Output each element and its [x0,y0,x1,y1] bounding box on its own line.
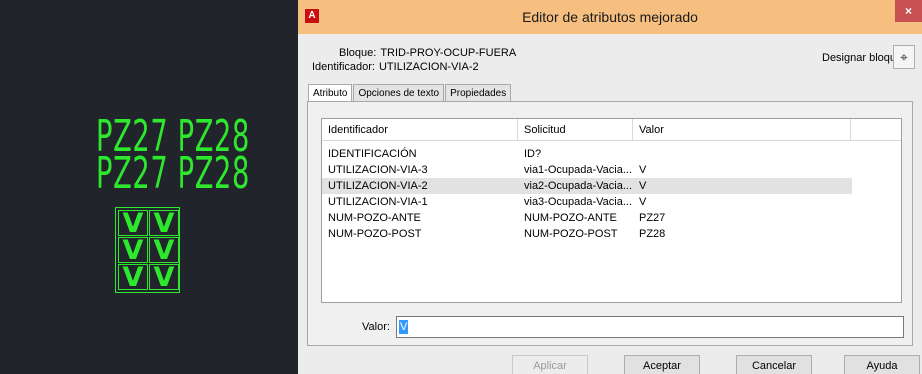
bloque-line: Bloque: TRID-PROY-OCUP-FUERA [312,46,516,60]
cell-identificador: UTILIZACION-VIA-2 [328,180,428,192]
cell-solicitud: NUM-POZO-POST [524,228,618,240]
column-header-valor[interactable]: Valor [633,119,851,141]
cell-identificador: UTILIZACION-VIA-1 [328,196,428,208]
close-button[interactable]: × [895,0,922,22]
bloque-value: TRID-PROY-OCUP-FUERA [380,47,517,59]
valor-input[interactable]: V [396,316,904,338]
table-row[interactable]: NUM-POZO-POST NUM-POZO-POST PZ28 [322,226,852,242]
valor-label: Valor: [362,321,390,333]
tab-opciones-de-texto[interactable]: Opciones de texto [353,84,445,102]
cad-text-pz-row2[interactable]: PZ27 PZ28 [96,152,250,196]
block-v-cell: V [149,264,179,291]
block-v-cell: V [118,264,148,291]
cell-identificador: NUM-POZO-ANTE [328,212,421,224]
cell-solicitud: NUM-POZO-ANTE [524,212,617,224]
cell-solicitud: via1-Ocupada-Vacia... [524,164,633,176]
cell-valor [633,146,851,162]
select-block-button[interactable]: ⌖ [893,45,915,69]
block-info: Bloque: TRID-PROY-OCUP-FUERA Identificad… [312,46,516,74]
cell-valor: PZ28 [639,228,666,240]
valor-input-text: V [399,320,409,334]
cell-identificador: IDENTIFICACIÓN [328,148,417,160]
cell-identificador: NUM-POZO-POST [328,228,422,240]
table-row[interactable]: UTILIZACION-VIA-3 via1-Ocupada-Vacia... … [322,162,852,178]
block-v-cell: V [149,210,179,237]
tab-propiedades[interactable]: Propiedades [445,84,512,102]
designar-bloque-label: Designar bloque [822,52,903,64]
block-v-grid[interactable]: V V V V V V [115,207,180,293]
attribute-table[interactable]: Identificador Solicitud Valor IDENTIFICA… [321,118,902,303]
column-header-solicitud[interactable]: Solicitud [518,119,633,141]
atributo-tab-panel: Identificador Solicitud Valor IDENTIFICA… [307,101,913,346]
cell-valor: V [639,164,647,176]
block-v-cell: V [118,210,148,237]
identificador-value: UTILIZACION-VIA-2 [378,61,479,73]
column-header-identificador[interactable]: Identificador [322,119,518,141]
autocad-app-icon: A [305,9,319,23]
cell-valor: V [639,180,647,192]
identificador-label: Identificador: [312,61,375,73]
table-row[interactable]: IDENTIFICACIÓN ID? [322,146,852,162]
table-row-selected[interactable]: UTILIZACION-VIA-2 via2-Ocupada-Vacia... … [322,178,852,194]
ayuda-button[interactable]: Ayuda [844,355,920,374]
column-header-filler [851,119,901,141]
cell-solicitud: via2-Ocupada-Vacia... [524,180,633,192]
cad-drawing-canvas[interactable]: PZ27 PZ28 PZ27 PZ28 V V V V V V [0,0,298,374]
bloque-label: Bloque: [339,47,377,59]
cell-valor: PZ27 [639,212,666,224]
tab-bar: Atributo Opciones de texto Propiedades [308,84,512,103]
aplicar-button[interactable]: Aplicar [512,355,588,374]
attribute-editor-dialog: Editor de atributos mejorado A × Bloque:… [298,0,922,374]
aceptar-button[interactable]: Aceptar [624,355,700,374]
table-row[interactable]: UTILIZACION-VIA-1 via3-Ocupada-Vacia... … [322,194,852,210]
identificador-line: Identificador: UTILIZACION-VIA-2 [312,60,516,74]
block-v-cell: V [118,237,148,264]
cancelar-button[interactable]: Cancelar [736,355,812,374]
dialog-titlebar[interactable]: Editor de atributos mejorado A × [298,0,922,34]
crosshair-icon: ⌖ [900,49,908,65]
cell-solicitud: via3-Ocupada-Vacia... [524,196,633,208]
table-row[interactable]: NUM-POZO-ANTE NUM-POZO-ANTE PZ27 [322,210,852,226]
table-header: Identificador Solicitud Valor [322,119,901,141]
cell-solicitud: ID? [524,148,542,160]
cell-identificador: UTILIZACION-VIA-3 [328,164,428,176]
dialog-title: Editor de atributos mejorado [522,9,698,25]
table-body: IDENTIFICACIÓN ID? UTILIZACION-VIA-3 via… [322,146,852,242]
block-v-cell: V [149,237,179,264]
cell-valor: V [639,196,647,208]
